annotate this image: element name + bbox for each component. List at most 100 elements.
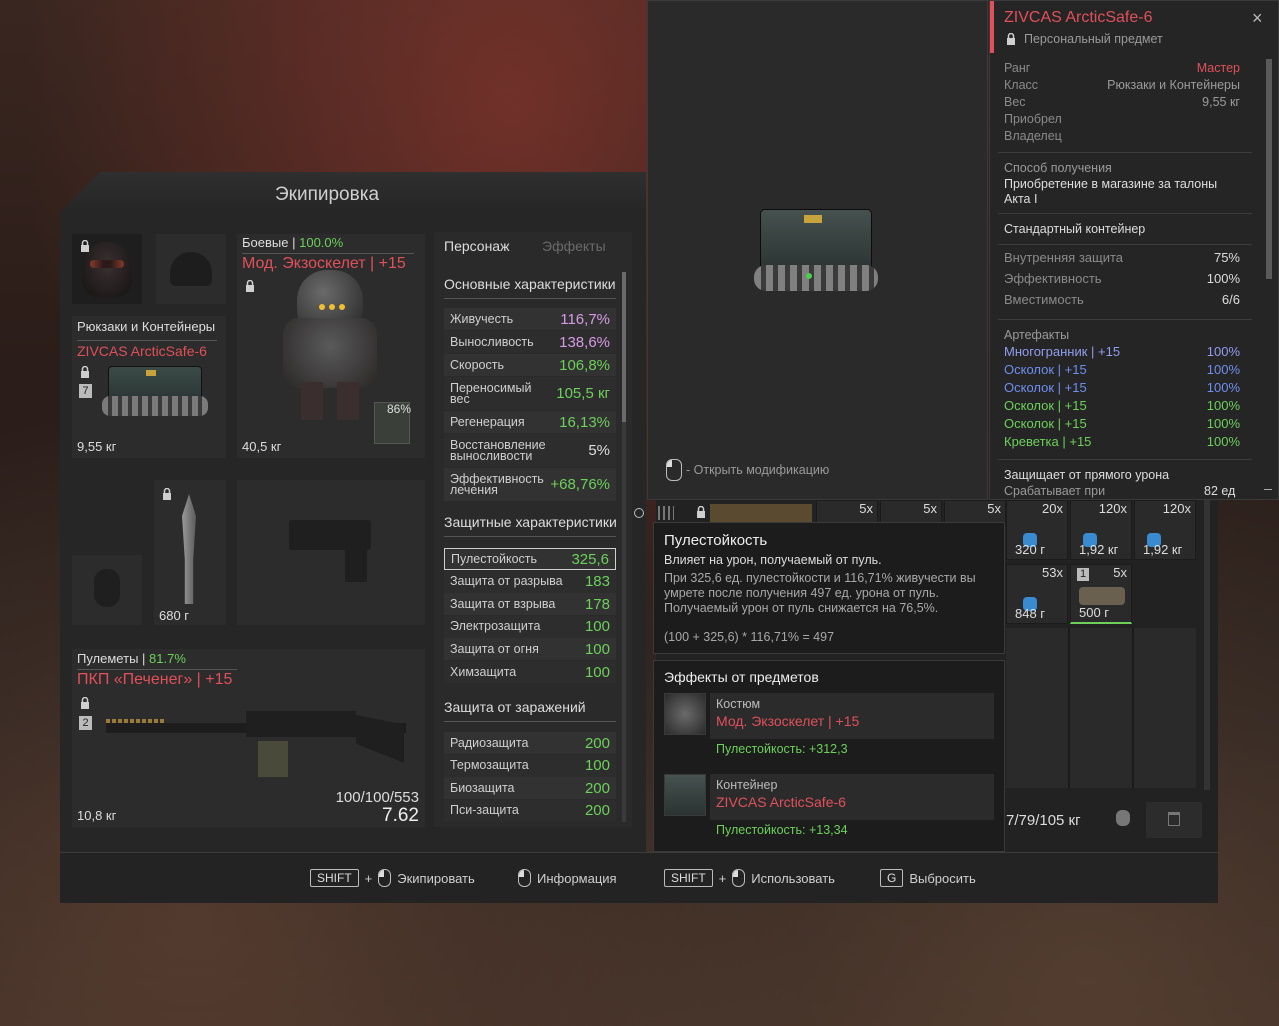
info-prop-value: Мастер: [1196, 61, 1240, 75]
stats-scrollbar[interactable]: [622, 272, 626, 822]
ammo-box-icon[interactable]: [710, 504, 812, 524]
container-stat-value: 100%: [1206, 271, 1240, 286]
artifact-row[interactable]: Осколок | +15 100%: [1004, 398, 1240, 416]
artifact-row[interactable]: Осколок | +15 100%: [1004, 362, 1240, 380]
stat-row: Радиозащита 200: [444, 732, 616, 754]
stat-value: 200: [584, 734, 610, 752]
stat-row: Защита от разрыва 183: [444, 570, 616, 593]
item-preview-panel: - Открыть модификацию: [647, 0, 988, 500]
mouse-icon: [518, 869, 531, 887]
info-scrollbar[interactable]: [1266, 59, 1272, 279]
stat-value: 100: [584, 757, 610, 775]
inventory-scrollbar[interactable]: [1204, 500, 1210, 790]
stat-row: Регенерация 16,13%: [444, 411, 616, 433]
stat-name: Регенерация: [450, 414, 525, 429]
artifact-row[interactable]: Многогранник | +15 100%: [1004, 344, 1240, 362]
artifact-value: 100%: [1206, 380, 1240, 395]
main-stats-title: Основные характеристики: [444, 276, 616, 292]
item-name: ZIVCAS ArcticSafe-6: [1004, 9, 1153, 26]
gun-ammo: 100/100/553: [335, 789, 419, 806]
info-prop-value: 9,55 кг: [1202, 95, 1240, 109]
effect-item-name: ZIVCAS ArcticSafe-6: [716, 794, 846, 810]
stat-name: Пулестойкость: [451, 551, 538, 566]
lock-icon: [80, 240, 90, 252]
artifact-name: Осколок | +15: [1004, 416, 1087, 431]
stat-value: 105,5 кг: [556, 385, 610, 402]
knife-slot[interactable]: 680 г: [154, 480, 226, 625]
prot-stats-title: Защитные характеристики: [444, 514, 617, 530]
tab-character[interactable]: Персонаж: [444, 238, 509, 254]
armor-slot[interactable]: Боевые | 100.0% Мод. Экзоскелет | +15 86…: [237, 234, 425, 458]
close-icon[interactable]: ×: [1252, 9, 1263, 27]
inventory-filter-icon[interactable]: [658, 506, 674, 520]
inventory-cell[interactable]: 20x 320 г: [1006, 500, 1068, 560]
inventory-cell[interactable]: 53x 848 г: [1006, 564, 1068, 624]
gun-badge: 2: [79, 716, 92, 730]
artifact-name: Многогранник | +15: [1004, 344, 1121, 359]
inventory-cell[interactable]: 120x 1,92 кг: [1134, 500, 1196, 560]
container-stat-row: Вместимость 6/6: [1004, 292, 1240, 312]
stat-value: 5%: [588, 442, 610, 459]
exoskeleton-thumb: [664, 693, 706, 735]
artifact-row[interactable]: Осколок | +15 100%: [1004, 416, 1240, 434]
inventory-cell[interactable]: 1 5x 500 г: [1070, 564, 1132, 624]
drop-action[interactable]: Выбросить: [909, 871, 975, 886]
info-scroll-down-icon[interactable]: [1264, 489, 1272, 490]
artifacts-label: Артефакты: [1004, 328, 1070, 342]
lock-icon: [245, 280, 255, 292]
gun-caliber: 7.62: [382, 805, 419, 826]
stat-row[interactable]: Пулестойкость 325,6: [444, 548, 616, 570]
effect-card: Костюм Мод. Экзоскелет | +15 Пулестойкос…: [664, 693, 994, 767]
artifact-row[interactable]: Осколок | +15 100%: [1004, 380, 1240, 398]
equip-action[interactable]: Экипировать: [397, 871, 475, 886]
g-key: G: [880, 869, 904, 887]
stat-name: Защита от огня: [450, 641, 539, 656]
item-effects-panel: Эффекты от предметов Костюм Мод. Экзоске…: [653, 660, 1005, 852]
grenade-slot[interactable]: [72, 555, 142, 625]
cont-stats-title: Защита от заражений: [444, 699, 586, 715]
trash-button[interactable]: [1146, 802, 1202, 838]
effect-type: Костюм: [716, 697, 761, 711]
equipment-title: Экипировка: [275, 184, 380, 205]
mask-slot[interactable]: [72, 234, 142, 304]
stat-value: 100: [584, 618, 610, 636]
open-mod-hint[interactable]: - Открыть модификацию: [686, 463, 829, 477]
stat-row: Биозащита 200: [444, 777, 616, 800]
use-action[interactable]: Использовать: [751, 871, 835, 886]
cell-badge: 1: [1077, 568, 1089, 581]
main-stats-list: Живучесть 116,7% Выносливость 138,6% Скорост…: [444, 308, 616, 501]
container-slot[interactable]: Рюкзаки и Контейнеры ZIVCAS ArcticSafe-6…: [72, 316, 226, 458]
shift-key: SHIFT: [664, 869, 713, 887]
mouse-icon: [666, 459, 682, 481]
stat-row: Пси-защита 200: [444, 799, 616, 822]
info-prop-row: Класс Рюкзаки и Контейнеры: [1004, 78, 1240, 95]
stat-name: Переносимый вес: [450, 380, 532, 406]
stat-value: 138,6%: [559, 333, 610, 351]
helmet-slot[interactable]: [156, 234, 226, 304]
artifact-value: 100%: [1206, 344, 1240, 359]
effect-item-name: Мод. Экзоскелет | +15: [716, 713, 860, 729]
stat-name: Радиозащита: [450, 735, 529, 750]
item-info-panel: ZIVCAS ArcticSafe-6 × Персональный предм…: [989, 0, 1279, 500]
inventory-grid: [1006, 628, 1196, 788]
pistol-slot[interactable]: [237, 480, 425, 625]
gun-category: Пулеметы: [77, 651, 139, 666]
info-prop-key: Класс: [1004, 78, 1039, 92]
gun-weight: 10,8 кг: [77, 808, 117, 823]
effect-value: Пулестойкость: +312,3: [716, 742, 848, 756]
artifact-value: 100%: [1206, 398, 1240, 413]
effect-card: Контейнер ZIVCAS ArcticSafe-6 Пулестойко…: [664, 774, 994, 848]
artifact-row[interactable]: Креветка | +15 100%: [1004, 434, 1240, 452]
prot-stats-list: Пулестойкость 325,6 Защита от разрыва 183 За…: [444, 548, 616, 688]
info-action[interactable]: Информация: [537, 871, 617, 886]
tab-effects[interactable]: Эффекты: [542, 238, 606, 254]
inventory-cell[interactable]: 120x 1,92 кг: [1070, 500, 1132, 560]
primary-weapon-slot[interactable]: Пулеметы | 81.7% ПКП «Печенег» | +15 2 1…: [72, 649, 425, 827]
container-3d-image: [754, 209, 878, 313]
stat-name: Живучесть: [450, 311, 514, 326]
stat-name: Пси-защита: [450, 803, 519, 818]
gun-name: ПКП «Печенег» | +15: [77, 669, 237, 689]
stat-name: Восстановление выносливости: [450, 437, 546, 463]
armor-weight: 40,5 кг: [242, 439, 282, 454]
artifact-value: 100%: [1206, 362, 1240, 377]
